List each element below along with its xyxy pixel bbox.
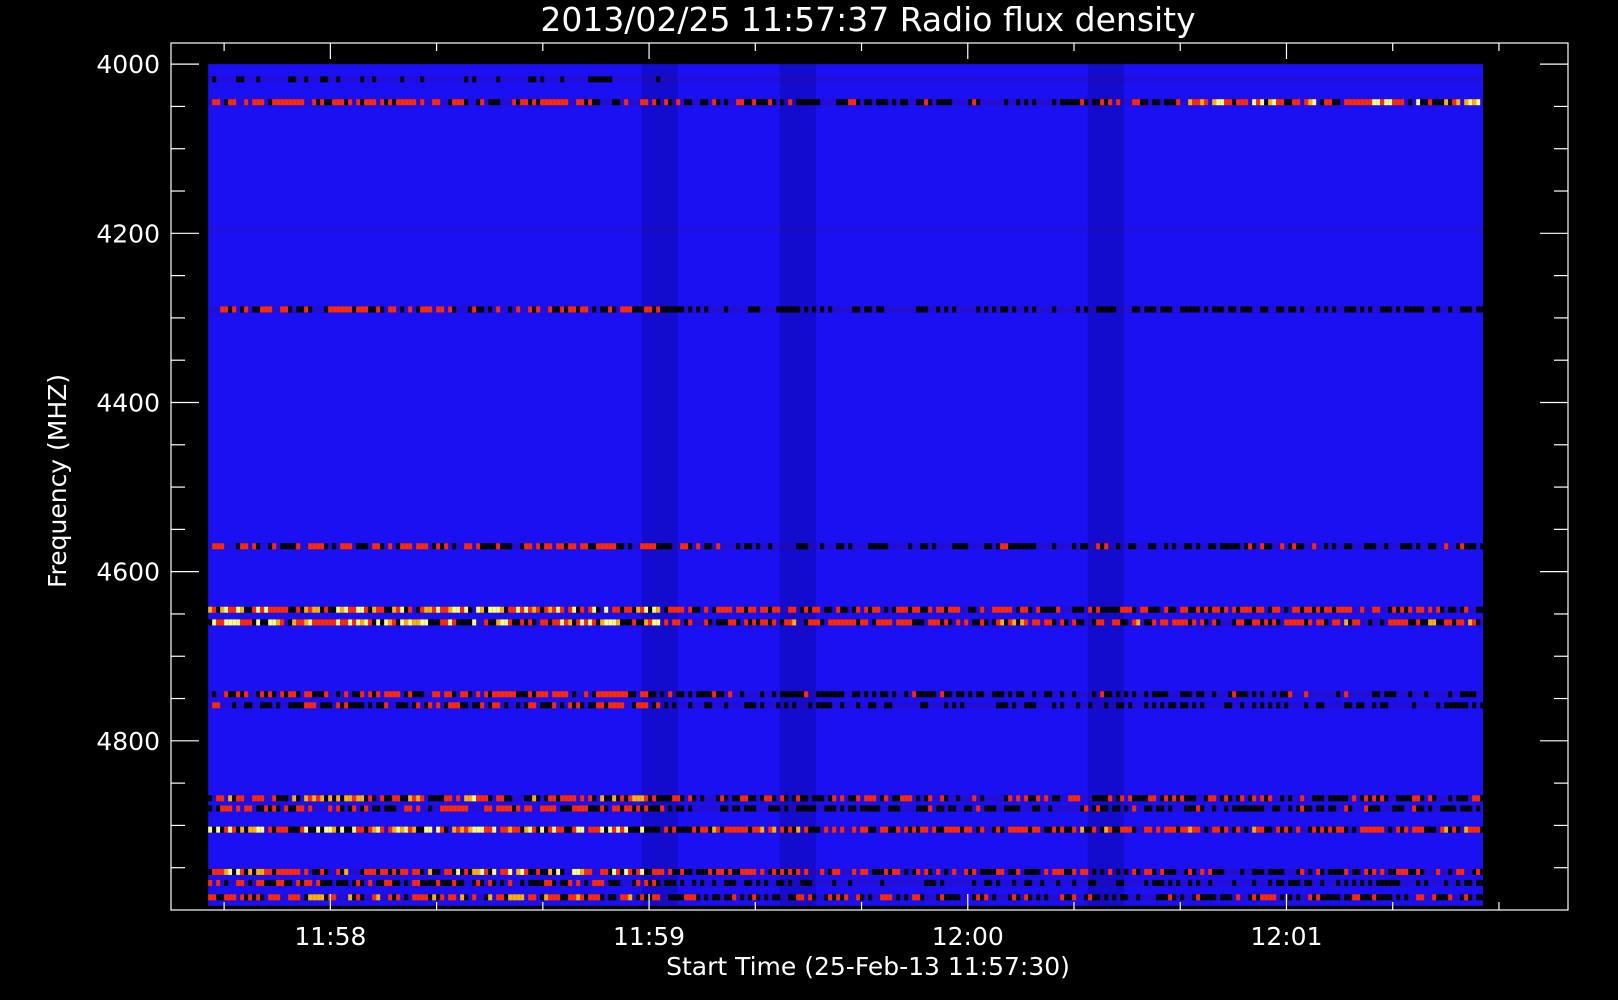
emission-band	[208, 543, 1485, 550]
emission-band	[208, 306, 1485, 313]
emission-band	[208, 606, 1485, 613]
x-tick-label: 11:59	[613, 922, 685, 951]
emission-band	[208, 894, 1485, 901]
y-axis-label: Frequency (MHZ)	[43, 374, 72, 588]
emission-band	[208, 805, 1484, 812]
x-axis-label: Start Time (25-Feb-13 11:57:30)	[666, 952, 1070, 981]
dark-time-column	[779, 64, 816, 906]
dark-time-column	[1087, 64, 1124, 906]
emission-band	[208, 99, 1484, 106]
emission-band	[208, 702, 1485, 709]
emission-band	[208, 868, 1485, 875]
x-tick-label: 11:58	[294, 922, 366, 951]
emission-band	[208, 226, 1484, 233]
x-tick-label: 12:01	[1250, 922, 1322, 951]
y-tick-label: 4800	[96, 727, 160, 756]
emission-band	[208, 879, 1485, 886]
emission-band	[208, 826, 1485, 833]
y-tick-label: 4400	[96, 388, 160, 417]
chart-title: 2013/02/25 11:57:37 Radio flux density	[540, 0, 1195, 39]
y-tick-label: 4000	[96, 50, 160, 79]
spectrogram-figure: 2013/02/25 11:57:37 Radio flux density 1…	[43, 0, 1569, 981]
emission-band	[208, 76, 1484, 83]
y-tick-label: 4600	[96, 558, 160, 587]
heatmap-background	[208, 64, 1484, 906]
emission-band	[208, 795, 1485, 802]
y-tick-label: 4200	[96, 219, 160, 248]
plot-image	[208, 64, 1485, 906]
x-tick-label: 12:00	[932, 922, 1004, 951]
emission-band	[208, 691, 1484, 698]
dark-time-column	[641, 64, 678, 906]
emission-band	[208, 619, 1484, 626]
